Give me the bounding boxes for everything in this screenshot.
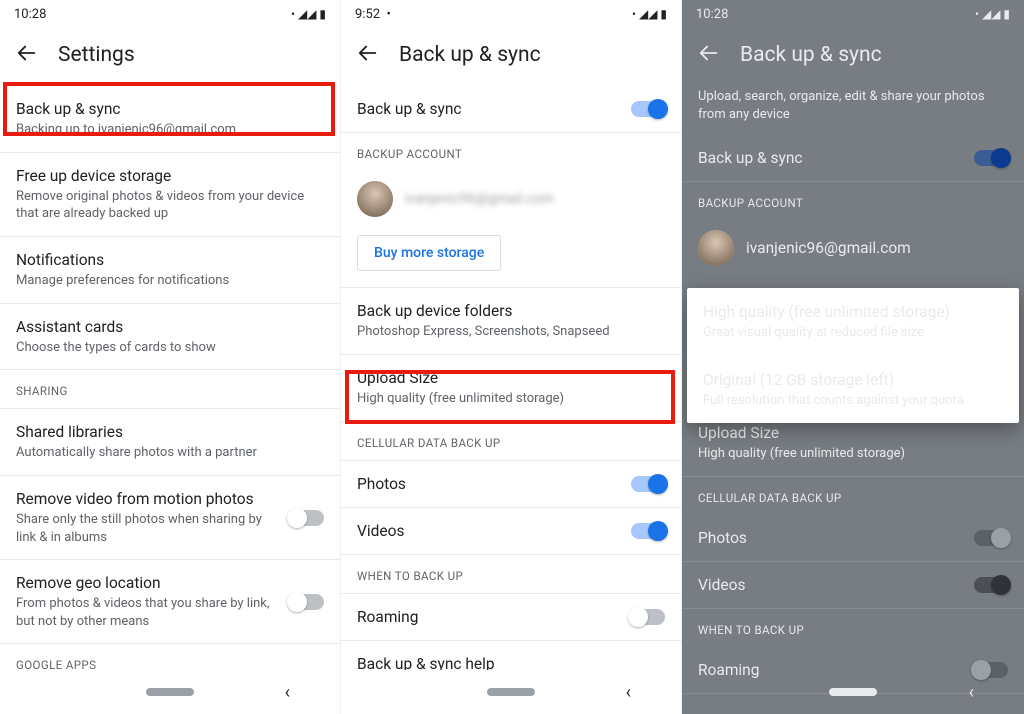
page-title: Back up & sync	[740, 43, 882, 67]
status-icons: • ◢◢ ▮	[632, 7, 667, 21]
nav-home-pill[interactable]	[487, 688, 535, 696]
nav-home-pill[interactable]	[146, 688, 194, 696]
status-bar: 10:28 • ◢◢ ▮	[0, 0, 340, 28]
panel-upload-size-dialog: 10:28 • ◢◢ ▮ Back up & sync Upload, sear…	[682, 0, 1024, 714]
section-cellular: CELLULAR DATA BACK UP	[341, 422, 681, 460]
account-email: ivanjenic96@gmail.com	[746, 238, 911, 258]
item-cell-videos: Videos	[682, 562, 1024, 609]
page-title: Settings	[58, 43, 135, 67]
item-cell-videos[interactable]: Videos	[341, 508, 681, 555]
item-backup-sync-toggle[interactable]: Back up & sync	[341, 86, 681, 133]
back-icon[interactable]	[357, 42, 379, 68]
toggle-cell-photos[interactable]	[631, 476, 665, 492]
toggle-remove-geo[interactable]	[290, 594, 324, 610]
upload-size-dialog: High quality (free unlimited storage) Gr…	[687, 288, 1019, 423]
nav-bar: ‹	[341, 670, 681, 714]
account-email: ivanjenic96@gmail.com	[405, 191, 554, 207]
nav-back-icon[interactable]: ‹	[285, 682, 290, 703]
toggle-backup-sync	[974, 150, 1008, 166]
item-cell-photos[interactable]: Photos	[341, 460, 681, 508]
item-remove-geo[interactable]: Remove geo location From photos & videos…	[0, 560, 340, 644]
item-upload-size[interactable]: Upload Size High quality (free unlimited…	[341, 355, 681, 422]
status-time: 9:52	[355, 7, 380, 22]
status-icons: • ◢◢ ▮	[291, 7, 326, 21]
nav-home-pill[interactable]	[829, 688, 877, 696]
toggle-cell-photos	[974, 530, 1008, 546]
page-title: Back up & sync	[399, 43, 541, 67]
toggle-cell-videos[interactable]	[631, 523, 665, 539]
status-time: 10:28	[14, 7, 46, 22]
intro-text: Upload, search, organize, edit & share y…	[698, 88, 1008, 123]
item-shared-libraries[interactable]: Shared libraries Automatically share pho…	[0, 408, 340, 476]
item-backup-sync[interactable]: Back up & sync Backing up to ivanjenic96…	[0, 86, 340, 153]
nav-bar: ‹	[0, 670, 340, 714]
section-when: WHEN TO BACK UP	[682, 609, 1024, 647]
item-remove-video[interactable]: Remove video from motion photos Share on…	[0, 476, 340, 560]
item-sub: Backing up to ivanjenic96@gmail.com	[16, 121, 324, 139]
section-cellular: CELLULAR DATA BACK UP	[682, 477, 1024, 515]
nav-back-icon[interactable]: ‹	[626, 682, 631, 703]
avatar	[357, 181, 393, 217]
panel-backup-sync: 9:52 • • ◢◢ ▮ Back up & sync Back up & s…	[341, 0, 682, 714]
status-icons: • ◢◢ ▮	[975, 7, 1010, 21]
nav-bar: ‹	[682, 670, 1024, 714]
buy-more-storage-button[interactable]: Buy more storage	[357, 235, 501, 271]
panel-settings: 10:28 • ◢◢ ▮ Settings Back up & sync Bac…	[0, 0, 341, 714]
option-high-quality[interactable]: High quality (free unlimited storage) Gr…	[687, 288, 1019, 356]
toggle-backup-sync[interactable]	[631, 101, 665, 117]
toggle-roaming[interactable]	[631, 609, 665, 625]
status-bar: 9:52 • • ◢◢ ▮	[341, 0, 681, 28]
option-original[interactable]: Original (12 GB storage left) Full resol…	[687, 356, 1019, 424]
item-title: Back up & sync	[16, 99, 324, 119]
item-roaming[interactable]: Roaming	[341, 593, 681, 641]
item-backup-sync-toggle: Back up & sync	[682, 135, 1024, 182]
nav-back-icon[interactable]: ‹	[969, 682, 974, 703]
toggle-remove-video[interactable]	[290, 510, 324, 526]
item-assistant-cards[interactable]: Assistant cards Choose the types of card…	[0, 304, 340, 371]
status-bar: 10:28 • ◢◢ ▮	[682, 0, 1024, 28]
section-when: WHEN TO BACK UP	[341, 555, 681, 593]
account-row: ivanjenic96@gmail.com	[682, 220, 1024, 280]
item-cell-photos: Photos	[682, 515, 1024, 562]
toggle-cell-videos	[974, 577, 1008, 593]
item-device-folders[interactable]: Back up device folders Photoshop Express…	[341, 288, 681, 355]
item-free-up-storage[interactable]: Free up device storage Remove original p…	[0, 153, 340, 237]
section-backup-account: BACKUP ACCOUNT	[682, 182, 1024, 220]
section-backup-account: BACKUP ACCOUNT	[341, 133, 681, 171]
status-time: 10:28	[696, 7, 728, 22]
back-icon[interactable]	[698, 42, 720, 68]
account-row[interactable]: ivanjenic96@gmail.com	[341, 171, 681, 231]
back-icon[interactable]	[16, 42, 38, 68]
item-notifications[interactable]: Notifications Manage preferences for not…	[0, 237, 340, 304]
section-sharing: SHARING	[0, 370, 340, 408]
avatar	[698, 230, 734, 266]
